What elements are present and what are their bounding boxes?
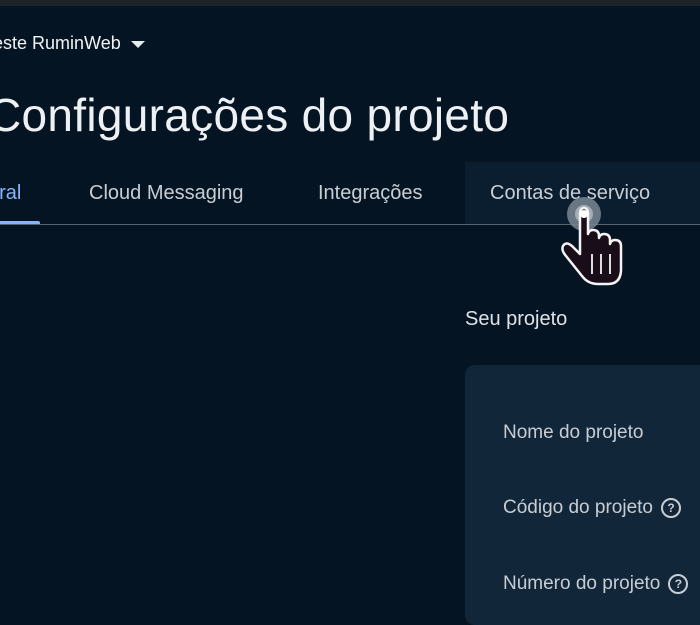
tab-cloud-messaging[interactable]: Cloud Messaging [89, 162, 244, 224]
tab-integracoes-label: Integrações [318, 181, 423, 204]
field-label-text: Número do projeto [503, 573, 661, 594]
field-label-text: Código do projeto [503, 497, 653, 518]
help-icon[interactable]: ? [661, 498, 681, 518]
page-title: Configurações do projeto [0, 89, 510, 141]
tab-integracoes[interactable]: Integrações [318, 162, 423, 224]
tab-contas-de-servico[interactable]: Contas de serviço [465, 162, 700, 224]
field-project-name-label: Nome do projeto [503, 422, 643, 444]
window-top-bar [0, 0, 700, 6]
settings-tabs: eral Cloud Messaging Integrações Contas … [0, 162, 700, 225]
active-tab-indicator [0, 221, 40, 224]
project-name: este RuminWeb [0, 33, 121, 53]
section-title: Seu projeto [465, 308, 568, 330]
tab-contas-de-servico-label: Contas de serviço [490, 181, 651, 204]
field-label-text: Nome do projeto [503, 422, 644, 443]
field-project-id-label: Código do projeto ? [503, 497, 681, 519]
chevron-down-icon [130, 41, 145, 48]
field-project-number-label: Número do projeto ? [503, 573, 689, 595]
tab-cloud-messaging-label: Cloud Messaging [89, 181, 244, 204]
project-selector[interactable]: este RuminWeb [0, 33, 145, 54]
help-icon[interactable]: ? [668, 574, 689, 594]
tab-general[interactable]: eral [0, 162, 40, 224]
tab-general-label: eral [0, 181, 22, 204]
